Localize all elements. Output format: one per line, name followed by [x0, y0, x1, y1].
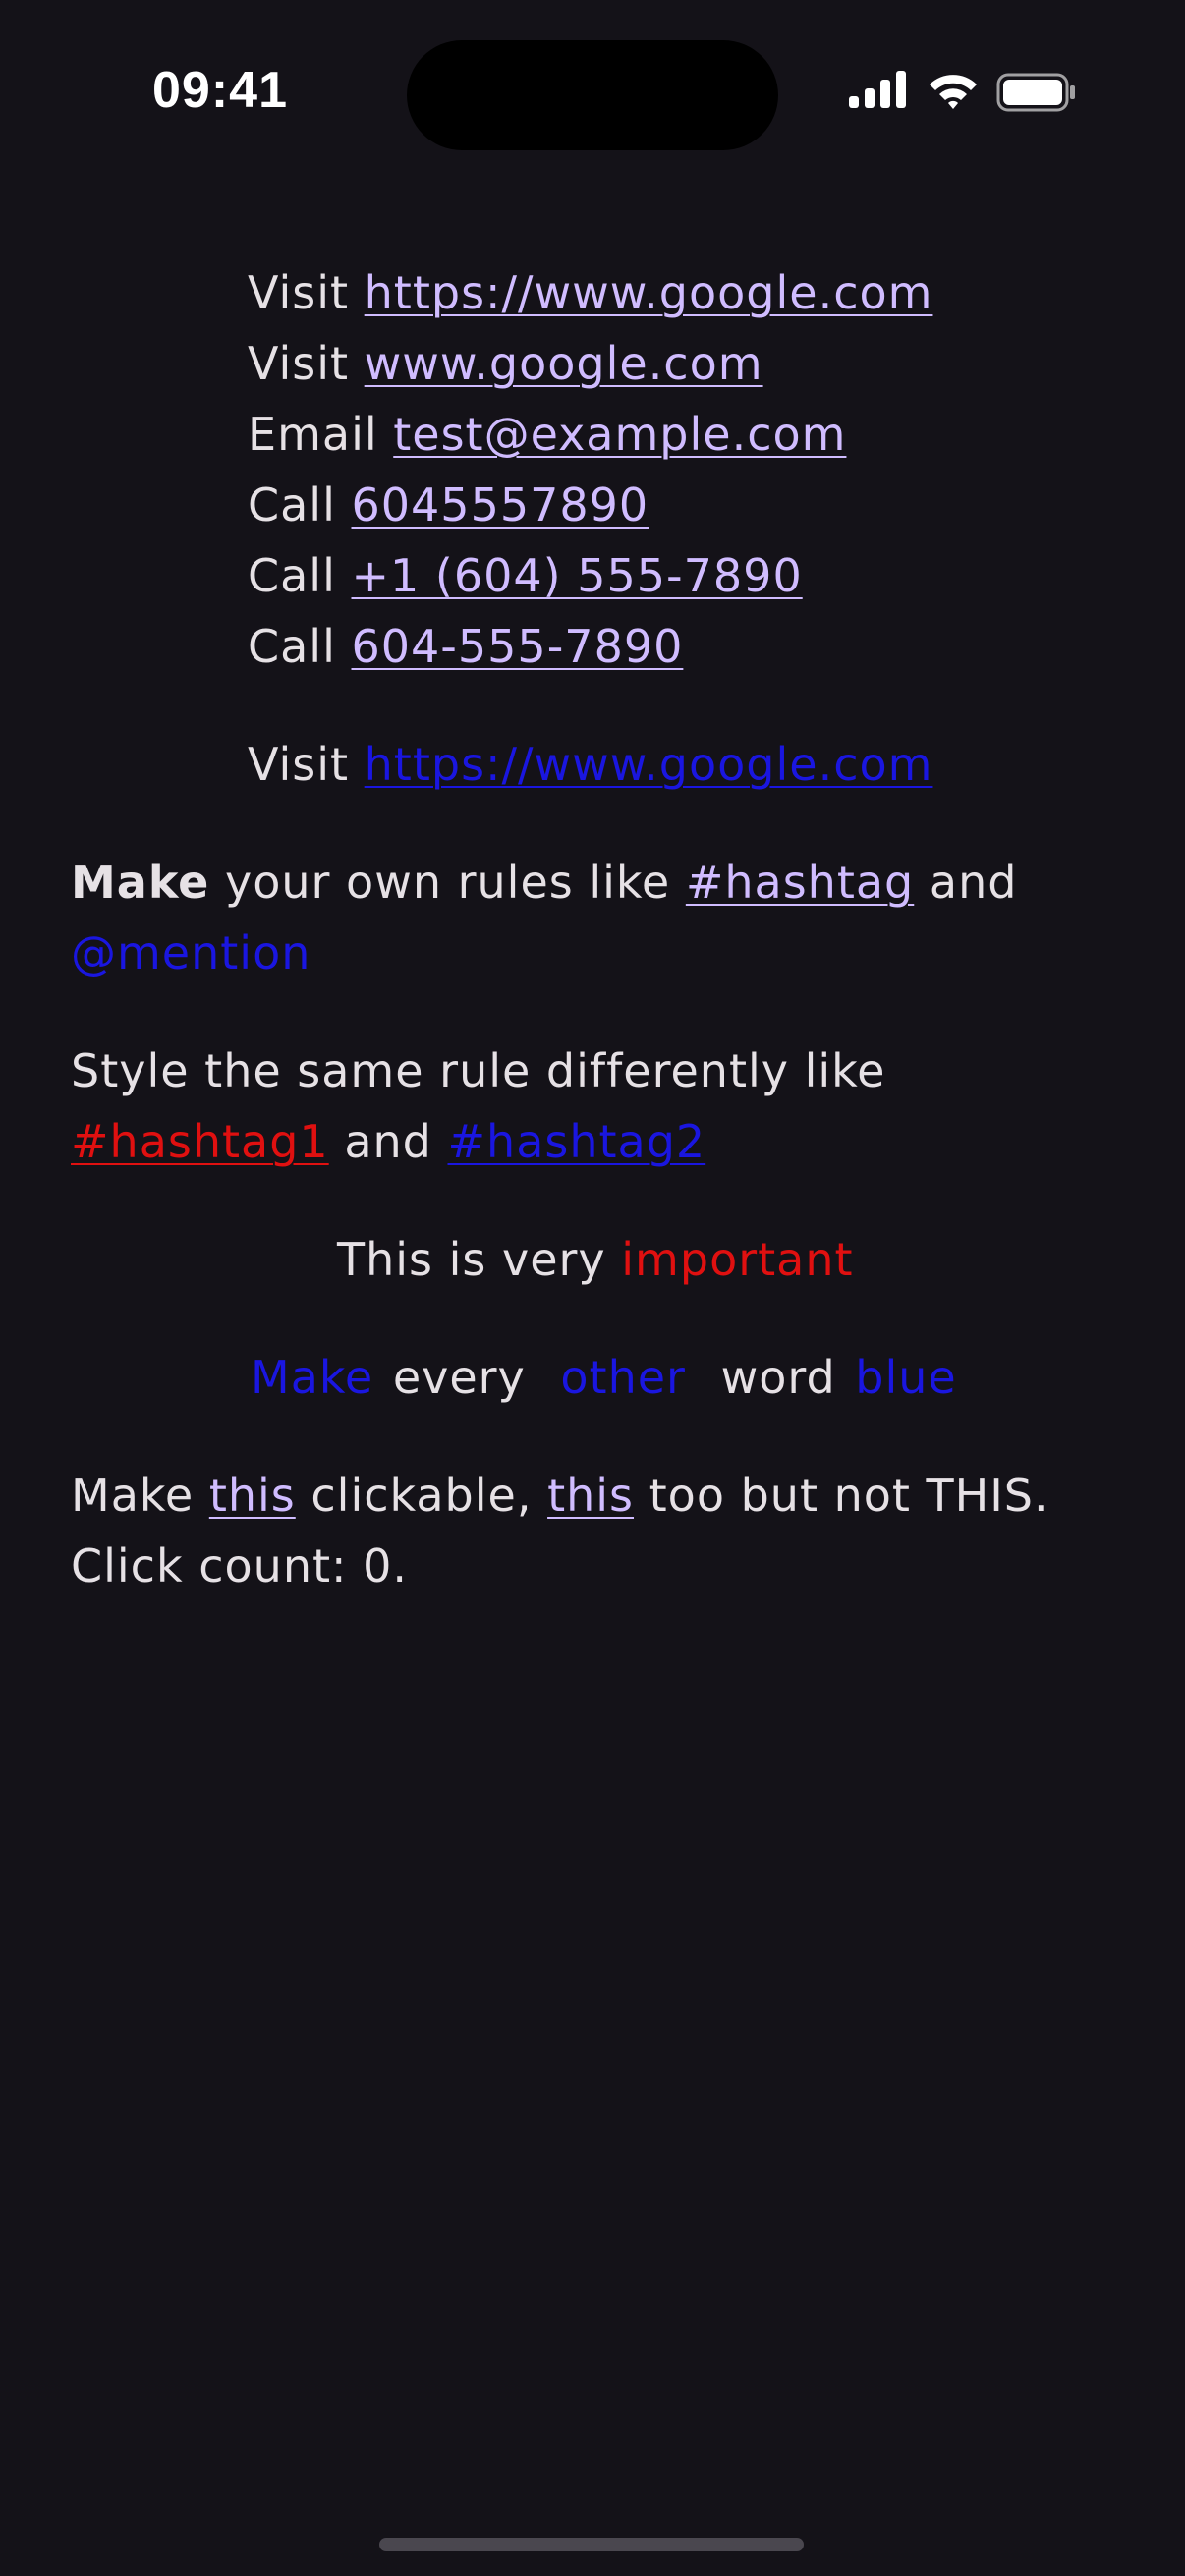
link-row-phone-3: Call 604-555-7890: [248, 611, 683, 682]
url-link[interactable]: https://www.google.com: [365, 266, 933, 319]
this-link-1[interactable]: this: [209, 1469, 296, 1522]
click-count-text: Click count: 0.: [71, 1540, 409, 1593]
phone-link-3[interactable]: 604-555-7890: [352, 620, 684, 673]
dynamic-island: [407, 40, 778, 150]
status-bar: 09:41: [0, 0, 1185, 187]
rules-line-2: @mention: [71, 918, 310, 988]
styled-link-row: Visit https://www.google.com: [248, 729, 932, 800]
wifi-icon: [930, 75, 977, 109]
phone-link-1[interactable]: 6045557890: [352, 478, 649, 532]
phone-link-2[interactable]: +1 (604) 555-7890: [352, 549, 803, 602]
word-other: other: [560, 1351, 686, 1404]
word-word: word: [720, 1351, 836, 1404]
hashtag-link[interactable]: #hashtag: [686, 856, 914, 909]
same-rule-line-2: #hashtag1 and #hashtag2: [71, 1106, 705, 1177]
clickable-line-1: Make this clickable, this too but not TH…: [71, 1460, 1049, 1531]
rules-text: your own rules like: [225, 856, 671, 909]
same-rule-line-1: Style the same rule differently like: [71, 1036, 885, 1106]
row-prefix: Call: [248, 478, 336, 532]
status-icons: [847, 71, 1083, 114]
word-every: every: [392, 1351, 526, 1404]
clickable-text: Make: [71, 1469, 195, 1522]
email-link[interactable]: test@example.com: [393, 408, 846, 461]
battery-icon: [996, 73, 1075, 112]
link-row-phone-2: Call +1 (604) 555-7890: [248, 540, 803, 611]
row-prefix: Visit: [248, 738, 350, 791]
styled-url-link[interactable]: https://www.google.com: [365, 738, 933, 791]
status-time: 09:41: [152, 62, 288, 119]
click-count: Click count: 0.: [71, 1531, 408, 1601]
link-row-url: Visit https://www.google.com: [248, 257, 932, 328]
row-prefix: Visit: [248, 266, 350, 319]
clickable-text-3: too but not THIS.: [649, 1469, 1049, 1522]
web-link[interactable]: www.google.com: [365, 337, 763, 390]
hashtag1-link[interactable]: #hashtag1: [71, 1115, 329, 1168]
important-text: This is very: [337, 1233, 606, 1286]
row-prefix: Email: [248, 408, 378, 461]
same-rule-and: and: [344, 1115, 432, 1168]
rules-text-and: and: [929, 856, 1018, 909]
clickable-text-2: clickable,: [310, 1469, 533, 1522]
row-prefix: Call: [248, 620, 336, 673]
home-indicator[interactable]: [379, 2538, 804, 2551]
hashtag2-link[interactable]: #hashtag2: [448, 1115, 706, 1168]
link-row-phone-1: Call 6045557890: [248, 470, 649, 540]
important-word: important: [621, 1233, 854, 1286]
bold-word: Make: [71, 856, 210, 909]
link-row-email: Email test@example.com: [248, 399, 846, 470]
important-line: This is very important: [337, 1224, 854, 1295]
row-prefix: Visit: [248, 337, 350, 390]
rules-line-1: Make your own rules like #hashtag and: [71, 847, 1017, 918]
word-blue: blue: [855, 1351, 957, 1404]
cellular-signal-icon: [849, 71, 906, 108]
link-row-web: Visit www.google.com: [248, 328, 763, 399]
same-rule-text: Style the same rule differently like: [71, 1044, 886, 1097]
this-link-2[interactable]: this: [547, 1469, 634, 1522]
every-other-line: Make every other word blue: [251, 1342, 957, 1413]
row-prefix: Call: [248, 549, 336, 602]
mention-text[interactable]: @mention: [71, 926, 310, 980]
word-make: Make: [251, 1351, 374, 1404]
